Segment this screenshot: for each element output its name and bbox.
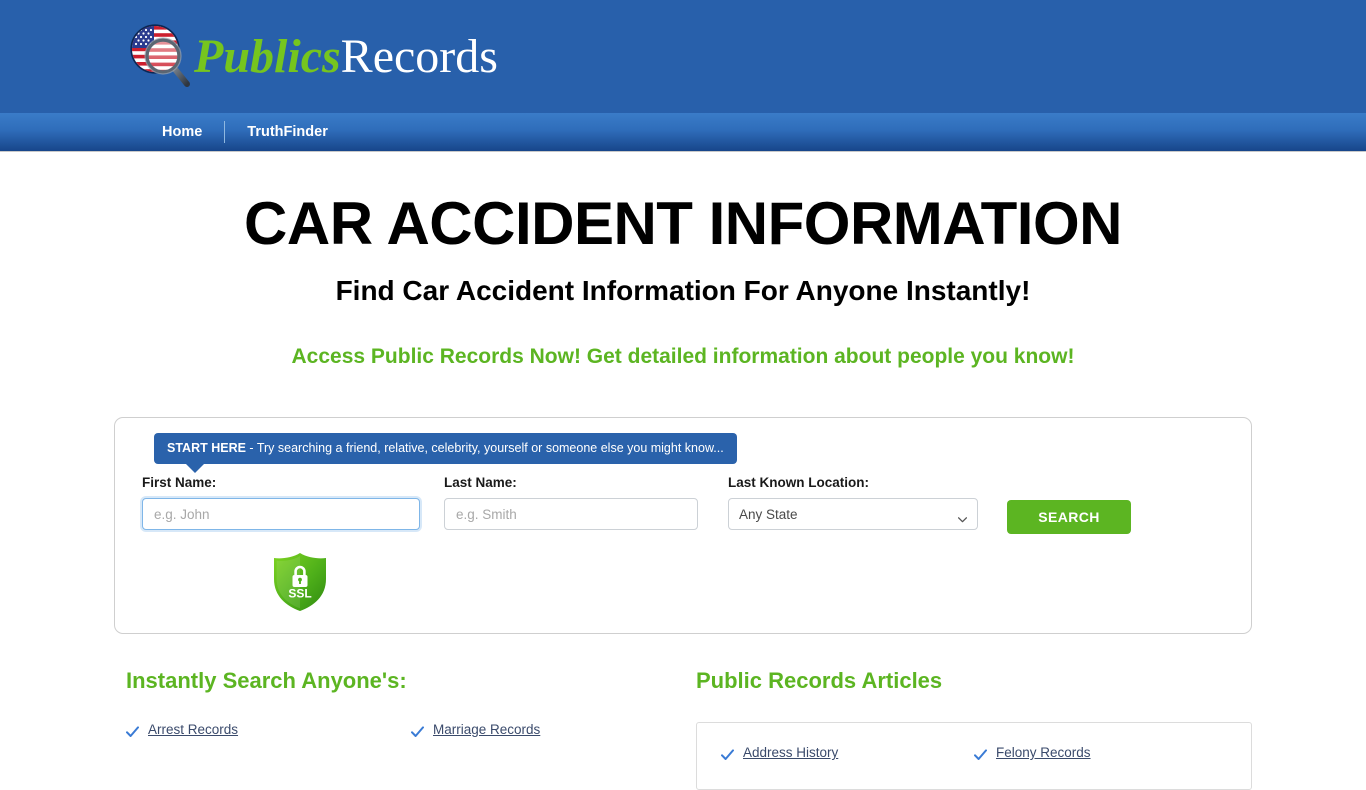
- ssl-label: SSL: [288, 587, 311, 601]
- list-item[interactable]: Address History: [721, 745, 974, 761]
- instantly-search-links: Arrest Records Marriage Records: [126, 722, 696, 760]
- start-here-callout: START HERE - Try searching a friend, rel…: [154, 433, 737, 473]
- lower-content: Instantly Search Anyone's: Arrest Record…: [0, 668, 1366, 790]
- link-marriage-records[interactable]: Marriage Records: [433, 722, 540, 738]
- first-name-label: First Name:: [142, 475, 217, 490]
- first-name-input[interactable]: [142, 498, 420, 530]
- nav-item-truthfinder[interactable]: TruthFinder: [225, 125, 350, 140]
- link-felony-records[interactable]: Felony Records: [996, 745, 1091, 761]
- articles-title: Public Records Articles: [696, 668, 943, 693]
- hero-section: CAR ACCIDENT INFORMATION Find Car Accide…: [0, 192, 1366, 369]
- articles-links: Address History Felony Records: [721, 745, 1227, 783]
- check-icon: [126, 725, 139, 737]
- last-name-label: Last Name:: [444, 475, 517, 490]
- check-icon: [721, 748, 734, 760]
- state-select[interactable]: Any State: [728, 498, 978, 530]
- search-form: First Name: Last Name: Last Known Locati…: [142, 475, 1231, 534]
- instantly-search-title: Instantly Search Anyone's:: [126, 668, 407, 693]
- link-address-history[interactable]: Address History: [743, 745, 838, 761]
- page-subtitle: Find Car Accident Information For Anyone…: [335, 275, 1031, 306]
- us-flag-magnifier-icon: [122, 18, 200, 96]
- start-here-text: - Try searching a friend, relative, cele…: [245, 441, 724, 455]
- articles-column: Public Records Articles Address History: [696, 668, 1252, 790]
- logo-wordmark: PublicsRecords: [194, 33, 498, 81]
- articles-box: Address History Felony Records: [696, 722, 1252, 790]
- ssl-shield-icon: SSL: [270, 551, 330, 613]
- list-item[interactable]: Arrest Records: [126, 722, 411, 738]
- main-navigation: Home TruthFinder: [0, 113, 1366, 152]
- site-header: PublicsRecords: [0, 0, 1366, 113]
- search-button[interactable]: SEARCH: [1007, 500, 1131, 534]
- submit-group: SEARCH: [1007, 475, 1131, 534]
- logo-word-accent: Publics: [194, 30, 341, 83]
- start-here-emphasis: START HERE: [167, 441, 246, 455]
- link-arrest-records[interactable]: Arrest Records: [148, 722, 238, 738]
- nav-item-home[interactable]: Home: [140, 125, 224, 140]
- check-icon: [974, 748, 987, 760]
- last-name-group: Last Name:: [444, 475, 698, 530]
- location-group: Last Known Location: Any State: [728, 475, 978, 530]
- location-label: Last Known Location:: [728, 475, 869, 490]
- list-item[interactable]: Felony Records: [974, 745, 1227, 761]
- check-icon: [411, 725, 424, 737]
- people-search-panel: START HERE - Try searching a friend, rel…: [114, 417, 1252, 634]
- last-name-input[interactable]: [444, 498, 698, 530]
- first-name-group: First Name:: [142, 475, 420, 530]
- logo-word-plain: Records: [340, 30, 498, 83]
- list-item[interactable]: Marriage Records: [411, 722, 696, 738]
- instantly-search-column: Instantly Search Anyone's: Arrest Record…: [126, 668, 696, 790]
- hero-tagline: Access Public Records Now! Get detailed …: [291, 345, 1075, 368]
- page-title: CAR ACCIDENT INFORMATION: [244, 190, 1122, 257]
- site-logo[interactable]: PublicsRecords: [122, 18, 498, 96]
